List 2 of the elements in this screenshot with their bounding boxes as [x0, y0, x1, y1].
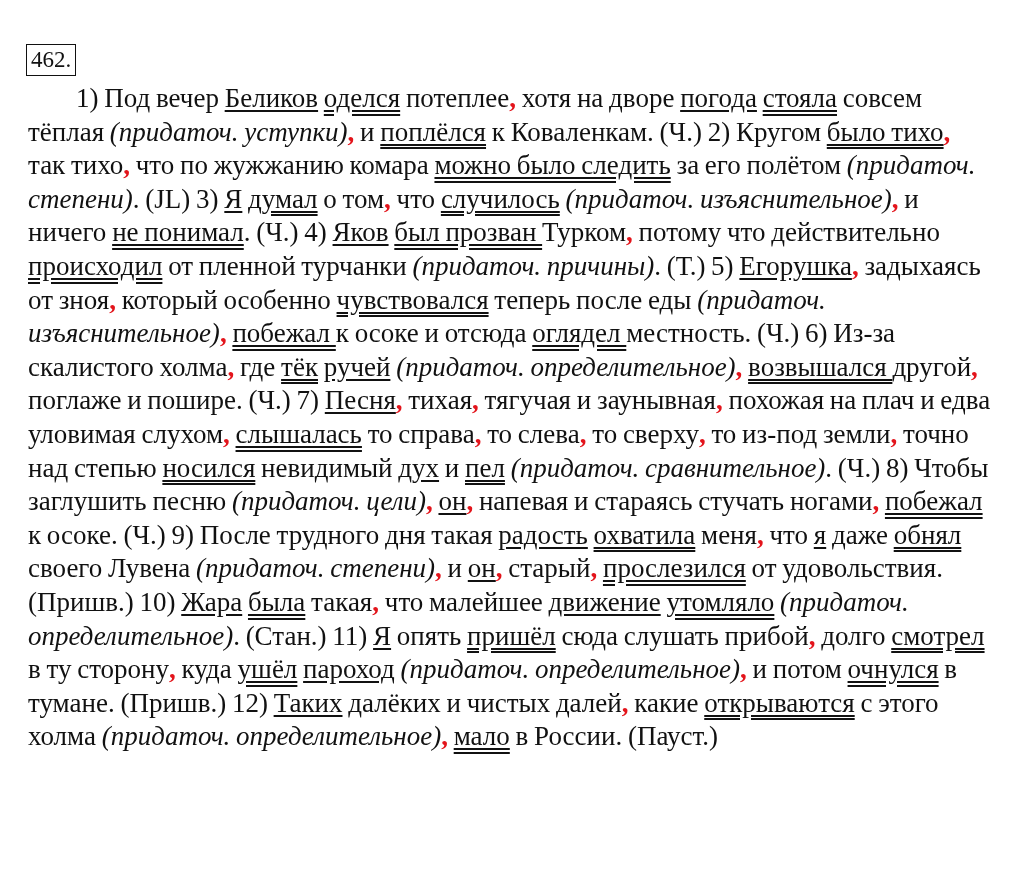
exercise-text: 1) Под вечер Беликов оделся потеплее, хотя на дворе погода стояла совсем тёплая (придаточ. уступки), и поплёлся к Коваленкам. (Ч.) 2) Кругом было тихо, так тихо, что по жужжанию комара можно было следить за его полётом (придаточ. степени). (JL) 3) Я думал о том, что случилось (придаточ. изъяснительное), и ничего не понимал. (Ч.) 4) Яков был прозван Турком, потому что действительно происходил от пленной турчанки (придаточ. причины). (Т.) 5) Егорушка, задыхаясь от зноя, который особенно чувствовался теперь после еды (придаточ. изъяснительное), побежал к осоке и отсюда оглядел местность. (Ч.) 6) Из-за скалистого холма, где тёк ручей (придаточ. определительное), возвышался другой, поглаже и пошире. (Ч.) 7) Песня, тихая, тягучая и заунывная, похожая на плач и едва уловимая слухом, слышалась то справа, то слева, то сверху, то из-под земли, точно над степью носился невидимый дух и пел (придаточ. сравнительное). (Ч.) 8) Чтобы заглушить песню (придаточ. цели), он, напевая и стараясь стучать ногами, побежал к осоке. (Ч.) 9) После трудного дня такая радость охватила меня, что я даже обнял своего Лувена (придаточ. степени), и он, старый, прослезился от удовольствия. (Пришв.) 10) Жара была такая, что малейшее движение утомляло (придаточ. определительное). (Стан.) 11) Я опять пришёл сюда слушать прибой, долго смотрел в ту сторону, куда ушёл пароход (придаточ. определительное), и потом очнулся в тумане. (Пришв.) 12) Таких далёких и чистых далей, какие открываются с этого холма (придаточ. определительное), мало в России. (Пауст.) [28, 82, 992, 754]
exercise-number: 462. [26, 44, 77, 76]
